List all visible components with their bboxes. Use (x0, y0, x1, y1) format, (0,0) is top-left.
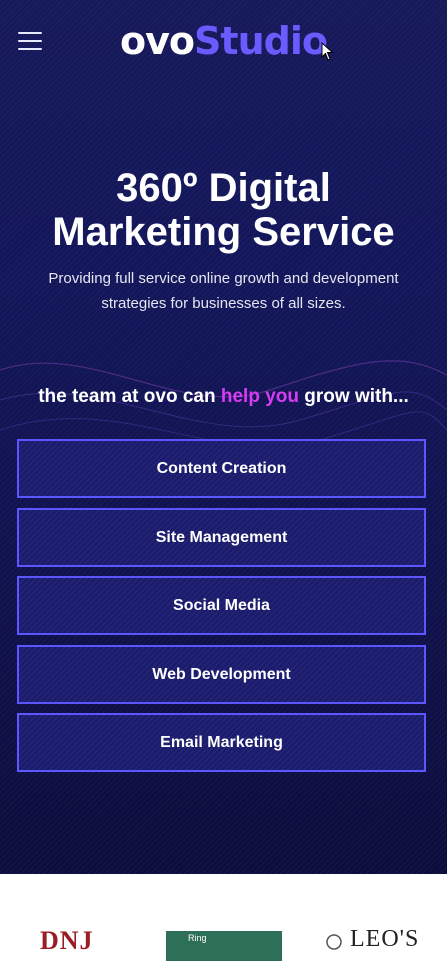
service-button-content-creation[interactable]: Content Creation (17, 439, 426, 498)
tagline-text: the team at ovo can (38, 386, 221, 407)
services-tagline: the team at ovo can help you grow with..… (0, 386, 447, 408)
client-logo-ring: Ring (166, 931, 282, 961)
client-logo-leos: LEO'S (350, 926, 420, 952)
service-button-email-marketing[interactable]: Email Marketing (17, 713, 426, 772)
hero-subtitle: Providing full service online growth and… (30, 266, 417, 316)
logo-text-ovo: ovo (120, 19, 195, 63)
hero-section: ovoStudio 360º Digital Marketing Service… (0, 0, 447, 874)
subtitle-line-2: strategies for businesses of all sizes. (101, 295, 346, 312)
mouse-pointer-icon (321, 42, 334, 61)
subtitle-line-1: Providing full service online growth and… (48, 270, 399, 287)
tagline-highlight: help you (220, 386, 299, 407)
client-logo-dnj: DNJ (40, 926, 94, 955)
service-button-social-media[interactable]: Social Media (17, 576, 426, 635)
service-button-site-management[interactable]: Site Management (17, 508, 426, 567)
leos-crest-icon (326, 934, 342, 950)
headline-line-2: Marketing Service (52, 210, 395, 254)
brand-logo[interactable]: ovoStudio (0, 15, 447, 67)
service-button-web-development[interactable]: Web Development (17, 645, 426, 704)
tagline-text-end: grow with... (299, 386, 409, 407)
logo-text-studio: Studio (194, 19, 328, 63)
headline-line-1: 360º Digital (116, 166, 331, 210)
page-headline: 360º Digital Marketing Service (0, 166, 447, 254)
client-logos-strip: DNJ Ring LEO'S (0, 874, 447, 970)
